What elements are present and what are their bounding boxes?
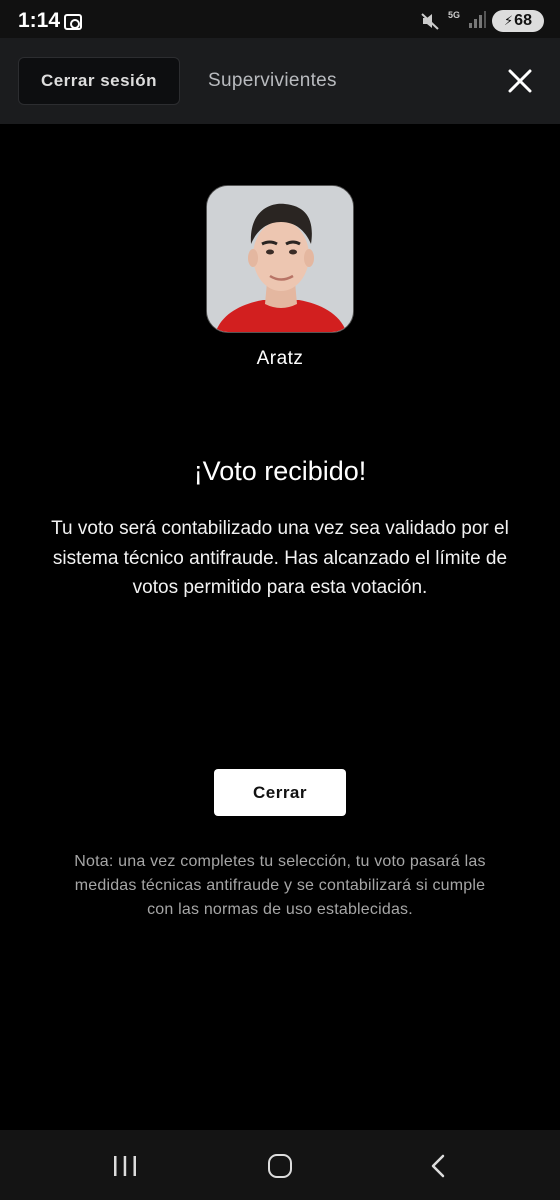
app-header: Cerrar sesión Supervivientes <box>0 38 560 124</box>
vote-message: Tu voto será contabilizado una vez sea v… <box>51 518 509 598</box>
logout-button[interactable]: Cerrar sesión <box>18 57 180 105</box>
battery-indicator: ⚡ 68 <box>492 10 544 32</box>
back-icon[interactable] <box>428 1154 448 1178</box>
contestant-avatar <box>206 185 354 333</box>
mute-icon <box>421 13 439 30</box>
battery-charging-icon: ⚡ <box>504 13 514 28</box>
network-label: 5G <box>447 10 460 20</box>
status-time: 1:14 <box>18 9 61 32</box>
screen-record-icon <box>64 14 82 30</box>
status-bar: 1:14 5G ⚡ 68 <box>0 0 560 38</box>
close-icon[interactable] <box>508 69 532 93</box>
home-icon[interactable] <box>268 1154 292 1178</box>
close-button[interactable]: Cerrar <box>214 769 346 816</box>
navigation-bar <box>0 1130 560 1200</box>
vote-received-title: ¡Voto recibido! <box>193 456 367 486</box>
battery-level: 68 <box>514 12 532 29</box>
recents-icon[interactable] <box>112 1155 138 1177</box>
signal-icon <box>469 11 486 28</box>
header-title: Supervivientes <box>208 70 337 91</box>
contestant-name: Aratz <box>256 348 304 369</box>
contestant-photo <box>207 186 353 332</box>
note-text: Nota: una vez completes tu selección, tu… <box>74 853 486 918</box>
